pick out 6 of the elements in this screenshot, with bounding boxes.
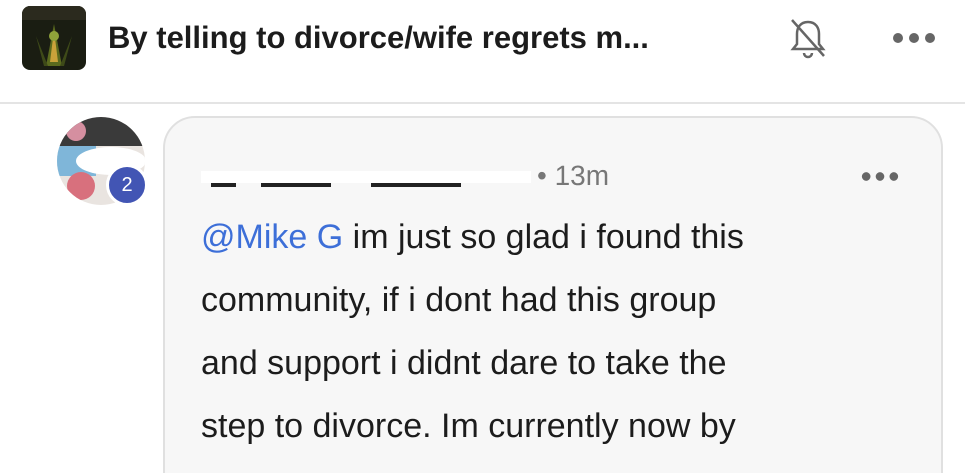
more-icon[interactable] — [861, 170, 899, 182]
group-title: By telling to divorce/wife regrets m... — [108, 20, 650, 56]
comment-text: @Mike G im just so glad i found this community, if i dont had this group and support i didnt dare to take the step to divorce. Im currently now by — [201, 217, 745, 447]
more-icon[interactable] — [892, 32, 936, 44]
mention-link[interactable]: @Mike G — [201, 218, 344, 256]
comment-time: • 13m — [537, 160, 610, 192]
